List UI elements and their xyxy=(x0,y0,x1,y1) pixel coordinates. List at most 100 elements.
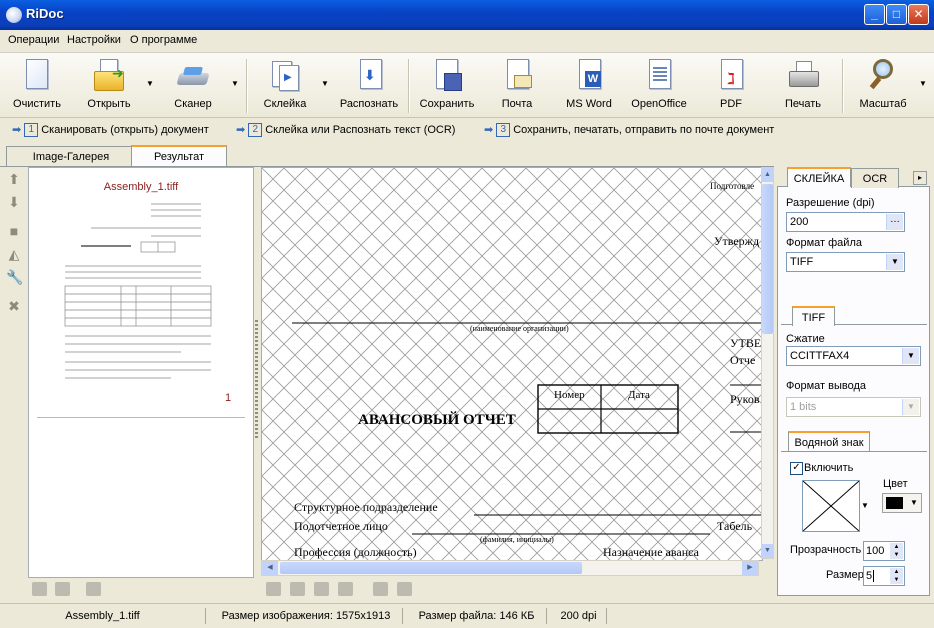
doc-fio-caption: (фамилия, инициалы) xyxy=(480,535,554,544)
step-2[interactable]: ➡ 2 Склейка или Распознать текст (OCR) xyxy=(236,123,455,138)
compression-select[interactable]: CCITTFAX4 ▼ xyxy=(786,346,921,366)
tab-glue[interactable]: СКЛЕЙКА xyxy=(787,167,851,187)
recognize-icon: ⬇ xyxy=(354,59,384,93)
watermark-dropdown-arrow-icon[interactable]: ▼ xyxy=(861,501,869,510)
gallery-tool-icon-1[interactable] xyxy=(32,582,47,596)
title-bar: RiDoc _ □ ✕ xyxy=(0,0,934,30)
gallery-tool-icon-2[interactable] xyxy=(55,582,70,596)
viewer-tool-icon-3[interactable] xyxy=(314,582,329,596)
openoffice-icon xyxy=(644,59,674,93)
menu-about[interactable]: О программе xyxy=(130,34,197,46)
scanner-dropdown-arrow-icon[interactable]: ▼ xyxy=(231,79,239,88)
horizontal-scroll-thumb[interactable] xyxy=(280,562,582,574)
open-dropdown-arrow-icon[interactable]: ▼ xyxy=(146,79,154,88)
document-viewer: Подготовле Утвержд (наименование организ… xyxy=(261,167,763,561)
transparency-label: Прозрачность xyxy=(790,544,862,556)
mail-icon xyxy=(502,59,532,93)
maximize-button[interactable]: □ xyxy=(886,4,907,25)
scroll-up-icon[interactable]: ▲ xyxy=(762,168,773,182)
enable-watermark-checkbox[interactable]: ✓ xyxy=(790,462,803,475)
scanner-button[interactable]: Сканер xyxy=(164,57,222,113)
chevron-down-icon[interactable]: ▼ xyxy=(902,399,919,415)
close-button[interactable]: ✕ xyxy=(908,4,929,25)
file-format-select[interactable]: TIFF ▼ xyxy=(786,252,905,272)
color-picker[interactable]: ▼ xyxy=(882,493,922,513)
magnifier-icon xyxy=(868,59,898,93)
document-thumbnail[interactable] xyxy=(61,196,215,386)
print-button[interactable]: Печать xyxy=(774,57,832,113)
thumbnail-page-number: 1 xyxy=(225,392,232,404)
gallery-tool-icon-3[interactable] xyxy=(86,582,101,596)
doc-heading: АВАНСОВЫЙ ОТЧЕТ xyxy=(358,412,516,428)
viewer-tool-icon-5[interactable] xyxy=(373,582,388,596)
tab-watermark[interactable]: Водяной знак xyxy=(788,431,870,451)
watermark-image-preview[interactable] xyxy=(802,480,860,532)
file-format-label: Формат файла xyxy=(786,237,862,249)
tab-tiff[interactable]: TIFF xyxy=(792,306,835,326)
arrow-right-icon: ➡ xyxy=(12,124,22,136)
doc-text-utv: УТВЕ xyxy=(730,336,762,350)
splitter-grip[interactable] xyxy=(255,320,258,440)
collapse-panel-icon[interactable]: ▸ xyxy=(913,171,927,185)
arrow-right-icon: ➡ xyxy=(236,124,246,136)
clear-button[interactable]: Очистить xyxy=(8,57,66,113)
menu-settings[interactable]: Настройки xyxy=(67,34,121,46)
step-3[interactable]: ➡ 3 Сохранить, печатать, отправить по почт… xyxy=(484,123,774,138)
output-format-select[interactable]: 1 bits ▼ xyxy=(786,397,921,417)
doc-text-podot: Подотчетное лицо xyxy=(294,519,388,533)
app-icon[interactable] xyxy=(6,7,22,23)
color-label: Цвет xyxy=(883,478,908,490)
glue-button[interactable]: ▶ Склейка xyxy=(256,57,314,113)
menu-bar: Операции Настройки О программе xyxy=(0,30,934,53)
move-up-icon[interactable]: ⬆ xyxy=(6,171,22,187)
resolution-input[interactable]: 200 … xyxy=(786,212,905,232)
open-button[interactable]: ➜ Открыть xyxy=(80,57,138,113)
viewer-tool-icon-1[interactable] xyxy=(266,582,281,596)
tools-icon[interactable]: 🔧 xyxy=(6,269,23,285)
tab-ocr[interactable]: OCR xyxy=(851,168,899,188)
tab-image-gallery[interactable]: Image-Галерея xyxy=(6,146,136,166)
horizontal-scrollbar[interactable]: ◀ ▶ xyxy=(261,560,759,576)
status-bar: Assembly_1.tiff Размер изображения: 1575… xyxy=(0,603,934,628)
status-image-size: Размер изображения: 1575x1913 xyxy=(210,608,403,624)
doc-col-date: Дата xyxy=(628,389,650,401)
rotate-icon[interactable]: ◭ xyxy=(6,246,22,262)
pdf-button[interactable]: ℷ PDF xyxy=(702,57,760,113)
doc-text-prepared: Подготовле xyxy=(710,181,755,191)
status-file-size: Размер файла: 146 КБ xyxy=(407,608,547,624)
select-area-icon[interactable]: ■ xyxy=(6,223,22,239)
zoom-dropdown-arrow-icon[interactable]: ▼ xyxy=(919,79,927,88)
vertical-scroll-thumb[interactable] xyxy=(762,184,773,334)
glue-pages-icon: ▶ xyxy=(270,59,300,93)
msword-button[interactable]: W MS Word xyxy=(560,57,618,113)
save-button[interactable]: Сохранить xyxy=(416,57,478,113)
scroll-right-icon[interactable]: ▶ xyxy=(742,561,758,575)
step-1[interactable]: ➡ 1 Сканировать (открыть) документ xyxy=(12,123,209,138)
viewer-tool-icon-6[interactable] xyxy=(397,582,412,596)
spinner-arrows-icon[interactable]: ▲ ▼ xyxy=(890,568,903,584)
transparency-spinner[interactable]: 100 ▲ ▼ xyxy=(863,541,905,561)
glue-dropdown-arrow-icon[interactable]: ▼ xyxy=(321,79,329,88)
openoffice-button[interactable]: OpenOffice xyxy=(628,57,690,113)
viewer-tool-icon-2[interactable] xyxy=(290,582,305,596)
tab-result[interactable]: Результат xyxy=(131,145,227,167)
minimize-button[interactable]: _ xyxy=(864,4,885,25)
zoom-button[interactable]: Масштаб xyxy=(852,57,914,113)
doc-text-ruk: Руков xyxy=(730,392,760,406)
scroll-down-icon[interactable]: ▼ xyxy=(762,544,773,558)
pdf-icon: ℷ xyxy=(716,59,746,93)
move-down-icon[interactable]: ⬇ xyxy=(6,194,22,210)
chevron-down-icon[interactable]: ▼ xyxy=(886,254,903,270)
vertical-scrollbar[interactable]: ▲ ▼ xyxy=(761,167,774,559)
mail-button[interactable]: Почта xyxy=(488,57,546,113)
more-options-icon[interactable]: … xyxy=(886,214,903,230)
delete-icon[interactable]: ✖ xyxy=(6,298,22,314)
menu-operations[interactable]: Операции xyxy=(8,34,59,46)
spinner-arrows-icon[interactable]: ▲ ▼ xyxy=(890,543,903,559)
arrow-right-icon: ➡ xyxy=(484,124,494,136)
scroll-left-icon[interactable]: ◀ xyxy=(262,561,278,575)
viewer-tool-icon-4[interactable] xyxy=(338,582,353,596)
chevron-down-icon[interactable]: ▼ xyxy=(902,348,919,364)
recognize-button[interactable]: ⬇ Распознать xyxy=(338,57,400,113)
size-spinner[interactable]: 5 ▲ ▼ xyxy=(863,566,905,586)
